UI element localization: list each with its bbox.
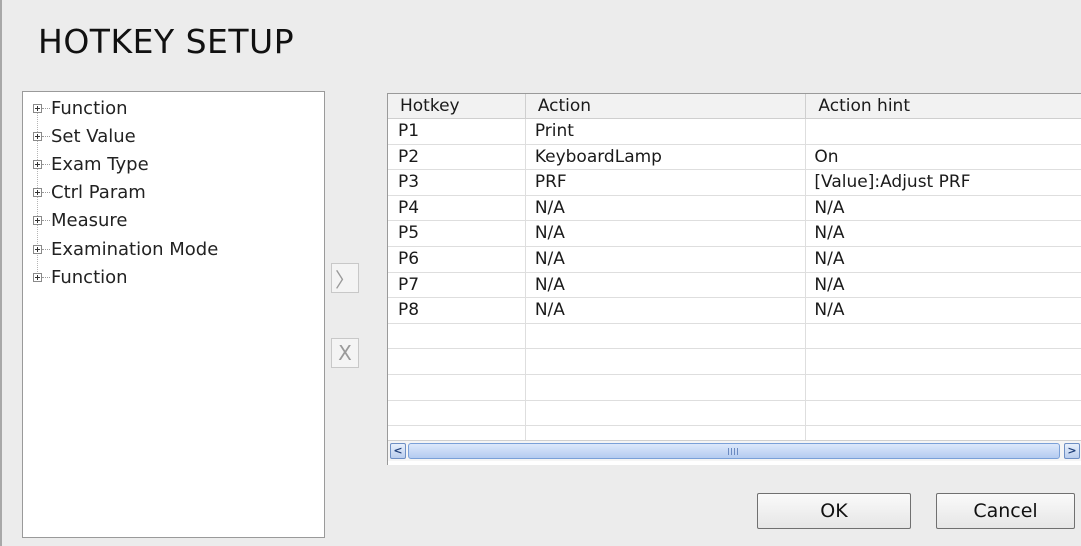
tree-item-label: Set Value bbox=[51, 125, 136, 147]
tree-connector bbox=[42, 163, 50, 165]
expand-plus-icon[interactable] bbox=[33, 159, 42, 169]
table-cell: N/A bbox=[806, 221, 1081, 246]
table-row[interactable] bbox=[388, 374, 1081, 401]
tree-connector bbox=[42, 192, 50, 194]
table-cell bbox=[526, 400, 807, 426]
table-cell bbox=[806, 401, 1081, 426]
table-cell: P1 bbox=[388, 119, 526, 144]
tree-item[interactable]: Function bbox=[23, 94, 324, 122]
hotkey-table: Hotkey Action Action hint P1 Print P2 Keybo… bbox=[387, 93, 1081, 465]
table-cell: Print bbox=[526, 119, 807, 144]
expand-plus-icon[interactable] bbox=[33, 103, 42, 113]
dialog-title: HOTKEY SETUP bbox=[38, 22, 295, 61]
table-row[interactable]: P3 PRF [Value]:Adjust PRF bbox=[388, 170, 1081, 196]
table-cell: N/A bbox=[806, 247, 1081, 272]
table-row[interactable] bbox=[388, 349, 1081, 375]
table-cell bbox=[388, 349, 526, 374]
tree-item[interactable]: Examination Mode bbox=[23, 235, 324, 263]
table-cell: P7 bbox=[388, 272, 526, 298]
expand-plus-icon[interactable] bbox=[33, 272, 42, 282]
scrollbar-thumb[interactable] bbox=[408, 443, 1060, 459]
table-cell: N/A bbox=[806, 273, 1081, 298]
table-cell: [Value]:Adjust PRF bbox=[806, 170, 1081, 195]
column-header-hotkey[interactable]: Hotkey bbox=[388, 94, 526, 118]
table-row[interactable]: P4 N/A N/A bbox=[388, 195, 1081, 222]
table-cell bbox=[388, 400, 526, 426]
remove-button[interactable]: X bbox=[331, 338, 359, 368]
table-cell: N/A bbox=[526, 298, 807, 323]
tree-item[interactable]: Set Value bbox=[23, 122, 324, 150]
tree-item[interactable]: Function bbox=[23, 263, 324, 291]
table-cell bbox=[806, 324, 1081, 349]
column-header-action[interactable]: Action bbox=[526, 94, 807, 118]
table-cell: N/A bbox=[526, 195, 807, 221]
table-cell: N/A bbox=[526, 272, 807, 298]
tree-item-label: Measure bbox=[51, 210, 128, 232]
table-cell bbox=[806, 349, 1081, 374]
tree-item-label: Exam Type bbox=[51, 153, 149, 175]
expand-plus-icon[interactable] bbox=[33, 216, 42, 226]
table-row[interactable]: P2 KeyboardLamp On bbox=[388, 144, 1081, 171]
table-cell: On bbox=[806, 145, 1081, 170]
scroll-right-icon[interactable]: > bbox=[1064, 443, 1080, 459]
table-row[interactable]: P5 N/A N/A bbox=[388, 221, 1081, 247]
table-row[interactable]: P8 N/A N/A bbox=[388, 298, 1081, 324]
table-cell bbox=[388, 323, 526, 349]
table-cell: P3 bbox=[388, 170, 526, 195]
table-cell: PRF bbox=[526, 170, 807, 195]
tree-item-label: Ctrl Param bbox=[51, 182, 146, 204]
tree-item-label: Function bbox=[51, 97, 128, 119]
cancel-button[interactable]: Cancel bbox=[936, 493, 1075, 529]
tree-item[interactable]: Measure bbox=[23, 207, 324, 235]
hotkey-setup-dialog: HOTKEY SETUP Function Set Value Exam Type C… bbox=[0, 0, 1081, 546]
tree-connector bbox=[42, 107, 50, 109]
tree-item-label: Function bbox=[51, 266, 128, 288]
table-cell: P2 bbox=[388, 144, 526, 170]
table-cell bbox=[526, 323, 807, 349]
table-cell: P6 bbox=[388, 246, 526, 272]
tree-connector bbox=[42, 135, 50, 137]
ok-button[interactable]: OK bbox=[757, 493, 911, 529]
function-tree[interactable]: Function Set Value Exam Type Ctrl Param Meas… bbox=[22, 91, 325, 538]
table-cell bbox=[388, 374, 526, 400]
table-cell: N/A bbox=[526, 246, 807, 272]
table-row[interactable] bbox=[388, 400, 1081, 427]
scroll-left-icon[interactable]: < bbox=[390, 443, 406, 459]
table-cell bbox=[806, 119, 1081, 144]
tree-item[interactable]: Ctrl Param bbox=[23, 179, 324, 207]
tree-connector bbox=[42, 276, 50, 278]
table-cell: N/A bbox=[806, 196, 1081, 221]
grip-icon bbox=[728, 448, 740, 455]
table-cell: P5 bbox=[388, 221, 526, 246]
table-cell: N/A bbox=[526, 221, 807, 246]
tree-item[interactable]: Exam Type bbox=[23, 150, 324, 178]
tree-connector bbox=[42, 220, 50, 222]
horizontal-scrollbar[interactable]: < > bbox=[388, 440, 1081, 461]
expand-plus-icon[interactable] bbox=[33, 244, 42, 254]
table-cell: P4 bbox=[388, 195, 526, 221]
tree-connector bbox=[42, 248, 50, 250]
table-cell bbox=[806, 375, 1081, 400]
table-row[interactable]: P7 N/A N/A bbox=[388, 272, 1081, 299]
table-cell: N/A bbox=[806, 298, 1081, 323]
assign-button[interactable]: 〉 bbox=[331, 263, 359, 293]
table-row[interactable]: P1 Print bbox=[388, 119, 1081, 145]
table-header: Hotkey Action Action hint bbox=[388, 94, 1081, 119]
expand-plus-icon[interactable] bbox=[33, 131, 42, 141]
table-row[interactable] bbox=[388, 323, 1081, 350]
table-cell bbox=[526, 349, 807, 374]
table-row[interactable]: P6 N/A N/A bbox=[388, 246, 1081, 273]
table-cell: P8 bbox=[388, 298, 526, 323]
expand-plus-icon[interactable] bbox=[33, 188, 42, 198]
table-cell: KeyboardLamp bbox=[526, 144, 807, 170]
tree-item-label: Examination Mode bbox=[51, 238, 219, 260]
column-header-action-hint[interactable]: Action hint bbox=[806, 94, 1081, 118]
table-cell bbox=[526, 374, 807, 400]
